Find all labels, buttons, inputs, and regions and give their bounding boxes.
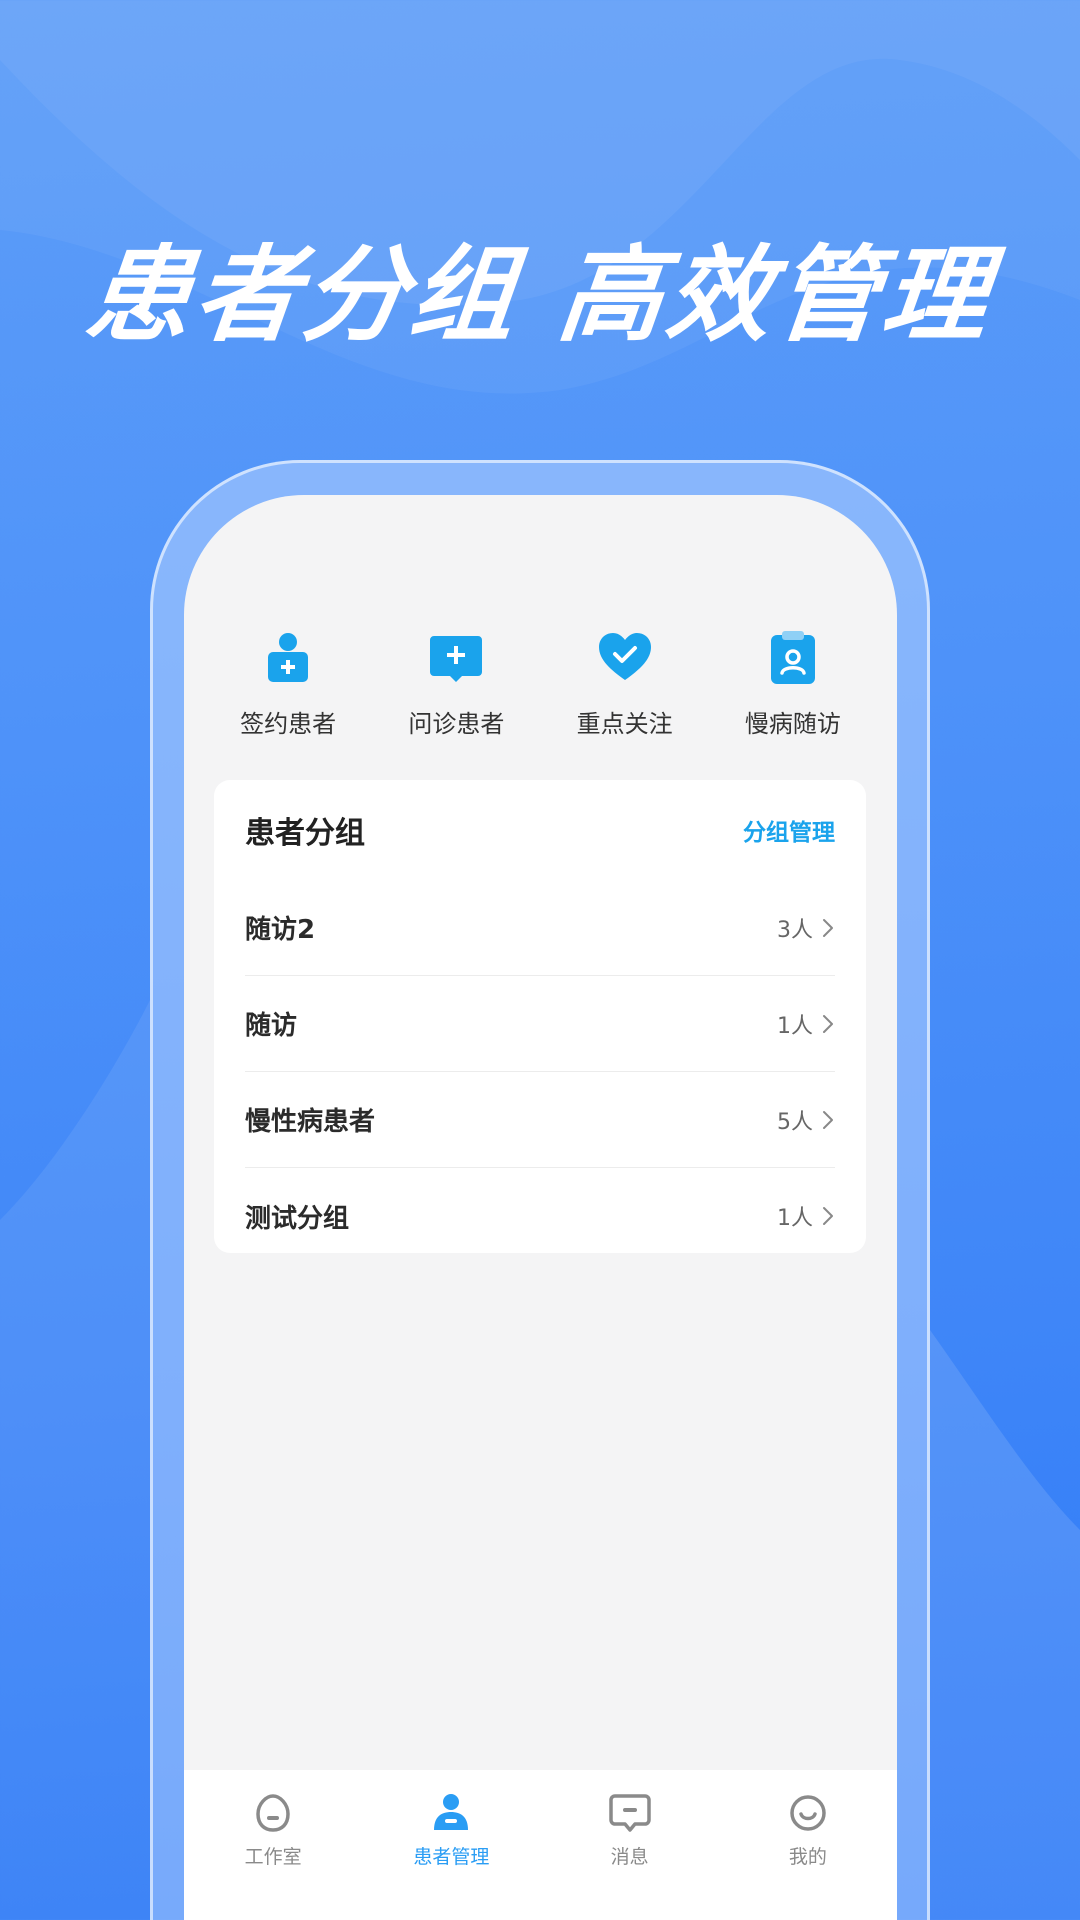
quick-action-chronic-followup[interactable]: 慢病随访 — [718, 630, 868, 750]
patient-icon — [434, 1794, 469, 1830]
group-name: 随访 — [245, 1011, 298, 1041]
chevron-right-icon — [823, 1110, 833, 1129]
tab-label: 患者管理 — [413, 1846, 490, 1868]
quick-action-label: 签约患者 — [240, 710, 337, 738]
group-count: 5人 — [777, 1109, 813, 1135]
tab-studio[interactable]: 工作室 — [198, 1792, 348, 1869]
message-icon — [608, 1794, 651, 1832]
group-row[interactable]: 测试分组 1人 — [245, 1168, 835, 1264]
group-list: 随访2 3人 随访 1人 慢性病患者 5人 测试分组 1人 — [245, 880, 835, 1264]
tab-messages[interactable]: 消息 — [555, 1792, 705, 1869]
group-count-wrap: 1人 — [777, 1200, 835, 1232]
smile-icon — [790, 1795, 826, 1831]
group-row[interactable]: 随访 1人 — [245, 976, 835, 1072]
quick-actions: 签约患者 问诊患者 重点关注 慢病随访 — [184, 630, 897, 750]
group-manage-link[interactable]: 分组管理 — [743, 813, 835, 847]
tab-label: 工作室 — [244, 1846, 302, 1868]
group-name: 慢性病患者 — [245, 1107, 376, 1137]
tab-patient-management[interactable]: 患者管理 — [376, 1792, 526, 1869]
chevron-right-icon — [823, 1014, 833, 1033]
group-row[interactable]: 随访2 3人 — [245, 880, 835, 976]
chevron-right-icon — [823, 1207, 833, 1225]
patient-groups-card: 患者分组 分组管理 随访2 3人 随访 1人 慢性病患者 5人 测试分组 1人 — [214, 780, 866, 1253]
group-count-wrap: 3人 — [777, 912, 835, 944]
card-title: 患者分组 — [245, 816, 365, 851]
group-count: 1人 — [777, 1013, 813, 1039]
quick-action-label: 重点关注 — [576, 710, 673, 738]
chevron-right-icon — [823, 918, 833, 937]
tab-label: 消息 — [610, 1846, 649, 1868]
quick-action-signed-patients[interactable]: 签约患者 — [213, 630, 363, 750]
headline: 患者分组 高效管理 — [80, 234, 998, 356]
phone-screen: 签约患者 问诊患者 重点关注 慢病随访 患者分组 分组管理 随访2 3人 随访 … — [184, 495, 897, 1920]
quick-action-consult-patients[interactable]: 问诊患者 — [381, 630, 531, 750]
tab-label: 我的 — [788, 1846, 827, 1868]
group-count-wrap: 5人 — [777, 1104, 835, 1136]
group-count: 1人 — [777, 1206, 813, 1231]
consult-patient-icon — [430, 636, 483, 682]
clipboard-user-icon — [770, 631, 815, 684]
bottom-tab-bar: 工作室 患者管理 消息 我的 — [184, 1770, 897, 1920]
group-count: 3人 — [777, 917, 813, 943]
tab-mine[interactable]: 我的 — [733, 1792, 883, 1869]
home-icon — [256, 1794, 290, 1832]
group-name: 测试分组 — [245, 1203, 350, 1234]
heart-check-icon — [598, 633, 651, 680]
card-header: 患者分组 分组管理 — [245, 810, 835, 851]
group-row[interactable]: 慢性病患者 5人 — [245, 1072, 835, 1168]
signed-patient-icon — [268, 633, 309, 682]
group-name: 随访2 — [245, 915, 316, 945]
quick-action-key-focus[interactable]: 重点关注 — [550, 630, 700, 750]
quick-action-label: 问诊患者 — [408, 710, 505, 738]
quick-action-label: 慢病随访 — [744, 710, 841, 738]
group-count-wrap: 1人 — [777, 1008, 835, 1040]
